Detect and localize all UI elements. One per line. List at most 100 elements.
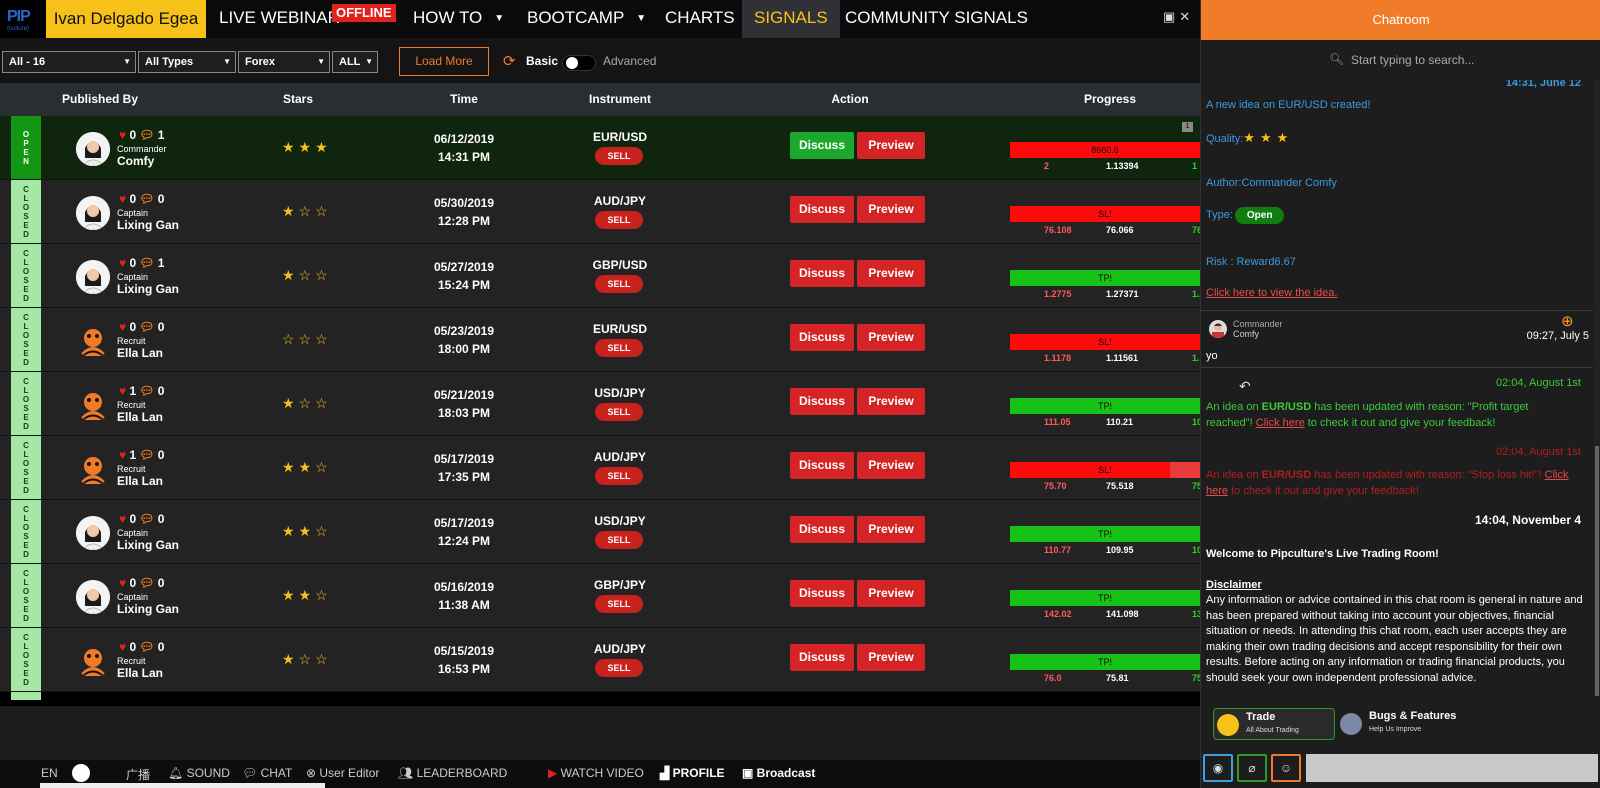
room-bugs[interactable]: Bugs & Features Help Us Improve [1337,708,1487,740]
header-published-by[interactable]: Published By [40,83,160,116]
message-input[interactable] [1306,754,1598,782]
chat-scrollbar[interactable] [1594,80,1600,696]
table-row[interactable]: C L O S E D ♥ 0 💬︎ 0 Captain Lixing Gan ★★☆ 05/17/2… [0,500,1200,564]
author-name[interactable]: Lixing Gan [117,218,179,232]
table-row[interactable]: C L O S E D ♥ 1 💬︎ 0 Recruit Ella Lan ★★☆ 05/17/201… [0,436,1200,500]
discuss-button[interactable]: Discuss [790,324,854,351]
table-row[interactable]: C L O S E D ♥ 0 💬︎ 0 Captain Lixing Gan ★☆☆ 05/30/2… [0,180,1200,244]
chat-search[interactable]: 🔍︎ Start typing to search... [1201,40,1600,80]
emoji-icon[interactable]: ☺ [1271,754,1301,782]
table-row[interactable]: C L O S E D ♥ 1 💬︎ 0 Recruit Ella Lan ★☆☆ 05/21/201… [0,372,1200,436]
preview-button[interactable]: Preview [857,324,925,351]
preview-button[interactable]: Preview [857,516,925,543]
nav-how-to[interactable]: HOW TO ▼ [413,0,504,38]
header-stars[interactable]: Stars [258,83,338,116]
heart-icon[interactable]: ♥ [119,576,126,590]
discuss-button[interactable]: Discuss [790,644,854,671]
sound-button[interactable]: 🔔︎ SOUND [168,766,230,780]
table-row[interactable]: C L O S E D ♥ 0 💬︎ 1 Captain Lixing Gan ★☆☆ 05/27/2… [0,244,1200,308]
load-more-button[interactable]: Load More [399,47,489,76]
avatar[interactable] [76,388,110,422]
discuss-button[interactable]: Discuss [790,580,854,607]
update2-link-cont[interactable]: here [1206,485,1228,497]
preview-button[interactable]: Preview [857,260,925,287]
author-name[interactable]: Lixing Gan [117,282,179,296]
chat-search-input[interactable]: Start typing to search... [1351,53,1474,67]
reply-icon[interactable]: ↶ [1239,378,1251,395]
preview-button[interactable]: Preview [857,196,925,223]
heart-icon[interactable]: ♥ [119,512,126,526]
header-time[interactable]: Time [414,83,514,116]
lang-label[interactable]: EN [41,766,58,780]
horizontal-scrollbar[interactable] [40,783,325,788]
avatar[interactable] [76,516,110,550]
update2-link[interactable]: Click [1545,469,1569,481]
heart-icon[interactable]: ♥ [119,128,126,142]
preview-button[interactable]: Preview [857,388,925,415]
room-trade[interactable]: Trade All About Trading [1213,708,1335,740]
user-name[interactable]: Ivan Delgado Egea [46,0,206,38]
broadcast-button[interactable]: ▣ Broadcast [742,766,815,780]
author-name[interactable]: Ella Lan [117,666,163,680]
comment-icon[interactable]: 💬︎ [139,512,154,526]
view-idea-link[interactable]: Click here to view the idea. [1206,287,1337,299]
nav-bootcamp[interactable]: BOOTCAMP ▼ [527,0,646,38]
scroll-thumb[interactable] [1595,446,1599,696]
discuss-button[interactable]: Discuss [790,452,854,479]
mode-toggle[interactable] [562,55,596,71]
comment-icon[interactable]: 💬︎ [139,448,154,462]
attach-icon[interactable]: ⌀ [1237,754,1267,782]
heart-icon[interactable]: ♥ [119,448,126,462]
table-row[interactable]: C L O S E D ♥ 0 💬︎ 0 Recruit Ella Lan ☆☆☆ 05/23/201… [0,308,1200,372]
lang-toggle[interactable] [72,764,90,782]
heart-icon[interactable]: ♥ [119,320,126,334]
comment-icon[interactable]: 💬︎ [139,192,154,206]
market-select[interactable]: Forex ▼ [238,51,330,73]
heart-icon[interactable]: ♥ [119,192,126,206]
author-name[interactable]: Lixing Gan [117,602,179,616]
window-icon[interactable]: 1 [1182,122,1193,132]
nav-community-signals[interactable]: COMMUNITY SIGNALS [845,0,1028,38]
avatar[interactable] [76,644,110,678]
nav-live-webinar[interactable]: LIVE WEBINAR [219,0,340,38]
comment-icon[interactable]: 💬︎ [139,320,154,334]
avatar[interactable] [76,324,110,358]
heart-icon[interactable]: ♥ [119,640,126,654]
leaderboard-button[interactable]: 👥︎ LEADERBOARD [398,766,507,780]
author-name[interactable]: Lixing Gan [117,538,179,552]
nav-charts[interactable]: CHARTS [665,0,735,38]
preview-button[interactable]: Preview [857,644,925,671]
watch-video-button[interactable]: ▶ WATCH VIDEO [548,766,644,780]
close-icon[interactable]: ✕ [1179,9,1190,25]
window-icon[interactable]: ▣ [1163,9,1175,25]
rss-icon[interactable]: ◉ [1203,754,1233,782]
avatar[interactable] [76,196,110,230]
avatar[interactable] [76,260,110,294]
comment-icon[interactable]: 💬︎ [139,640,154,654]
author-name[interactable]: Comfy [117,154,154,168]
count-select[interactable]: All - 16 ▼ [2,51,136,73]
logo[interactable]: PIP {culture} [0,0,45,38]
avatar[interactable] [76,580,110,614]
discuss-button[interactable]: Discuss [790,388,854,415]
broadcast-cn-label[interactable]: 广播 [126,766,150,783]
author-name[interactable]: Ella Lan [117,474,163,488]
comment-icon[interactable]: 💬︎ [139,576,154,590]
heart-icon[interactable]: ♥ [119,256,126,270]
discuss-button[interactable]: Discuss [790,260,854,287]
update1-link[interactable]: Click here [1256,417,1305,429]
all-select[interactable]: ALL ▼ [332,51,378,73]
discuss-button[interactable]: Discuss [790,196,854,223]
table-row[interactable]: C L O S E D ♥ 0 💬︎ 0 Recruit Ella Lan ★☆☆ 05/15/201… [0,628,1200,692]
author-name[interactable]: Ella Lan [117,346,163,360]
type-select[interactable]: All Types ▼ [138,51,236,73]
discuss-button[interactable]: Discuss [790,516,854,543]
comment-icon[interactable]: 💬︎ [139,256,154,270]
comment-icon[interactable]: 💬︎ [139,384,154,398]
user-editor-button[interactable]: ⊗ User Editor [306,766,379,780]
avatar[interactable] [76,132,110,166]
preview-button[interactable]: Preview [857,132,925,159]
avatar[interactable] [76,452,110,486]
nav-signals[interactable]: SIGNALS [742,0,840,38]
chat-button[interactable]: 💬︎ CHAT [242,766,292,780]
